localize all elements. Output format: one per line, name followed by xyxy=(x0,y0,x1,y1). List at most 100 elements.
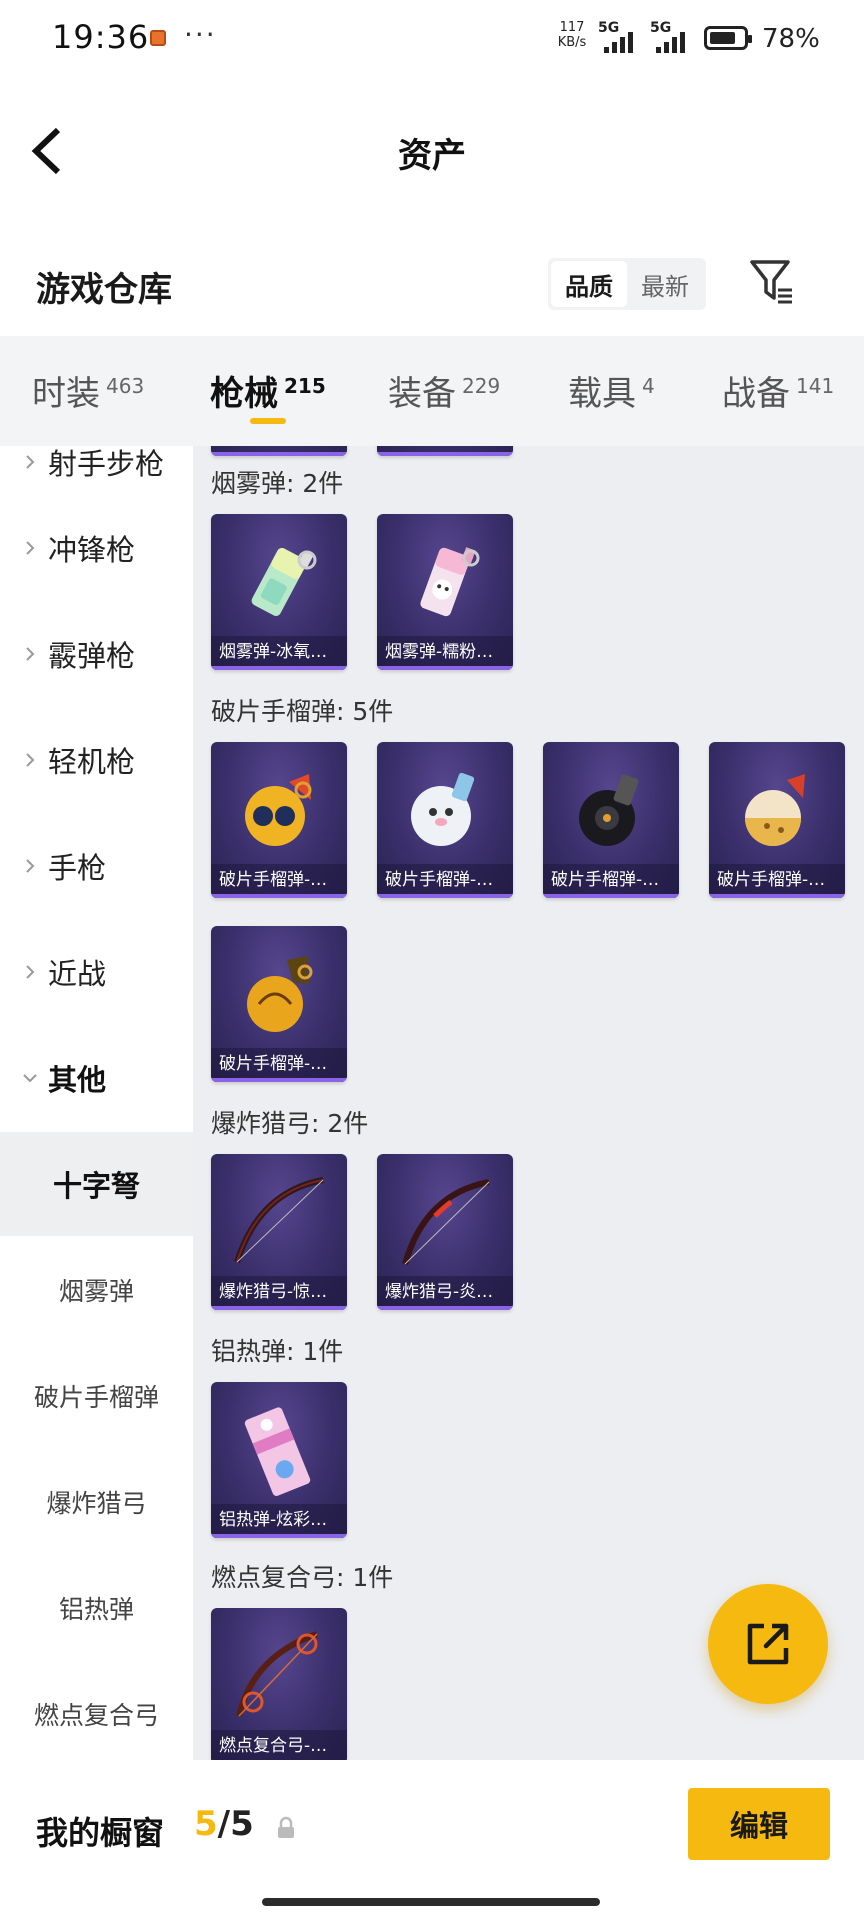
item-card[interactable]: 爆炸猎弓-炎… xyxy=(377,1154,513,1310)
page-title: 资产 xyxy=(398,136,466,176)
sidebar-item-pistol[interactable]: 手枪 xyxy=(0,814,193,918)
chevron-right-icon xyxy=(26,965,35,979)
showcase-count: 5/5 xyxy=(194,1804,254,1844)
tab-combat-gear[interactable]: 战备 141 xyxy=(722,366,834,415)
item-name: 破片手榴弹-… xyxy=(543,864,679,898)
network-speed-value: 117 xyxy=(559,20,585,35)
chevron-down-icon xyxy=(23,1074,37,1083)
compound-bow-icon xyxy=(236,1631,318,1717)
lock-icon xyxy=(278,1816,294,1838)
filter-icon[interactable] xyxy=(748,258,796,306)
sidebar-sub-crossbow[interactable]: 十字弩 xyxy=(0,1132,193,1236)
tab-count: 215 xyxy=(284,374,326,398)
tab-count: 463 xyxy=(106,374,145,398)
sidebar-sub-frag-grenade[interactable]: 破片手榴弹 xyxy=(0,1344,193,1448)
sort-latest-option[interactable]: 最新 xyxy=(627,261,703,307)
showcase-max: 5 xyxy=(230,1804,254,1844)
tab-firearms[interactable]: 枪械 215 xyxy=(210,366,326,415)
sidebar-item-label: 其他 xyxy=(48,1063,107,1097)
share-button[interactable] xyxy=(708,1584,828,1704)
item-name: 燃点复合弓-… xyxy=(211,1730,347,1760)
item-name: 爆炸猎弓-炎… xyxy=(377,1276,513,1310)
item-card[interactable] xyxy=(377,446,513,456)
sidebar: 射手步枪 冲锋枪 霰弹枪 轻机枪 手枪 近战 其他 十字弩 烟雾弹 破片手榴弹 … xyxy=(0,446,193,1760)
sidebar-item-label: 霰弹枪 xyxy=(48,639,136,673)
warehouse-title: 游戏仓库 xyxy=(36,270,172,310)
smoke-grenade-icon xyxy=(420,547,480,617)
tab-label: 时装 xyxy=(32,374,100,414)
tab-count: 4 xyxy=(642,374,655,398)
chevron-right-icon xyxy=(26,753,35,767)
item-card[interactable]: 铝热弹-炫彩… xyxy=(211,1382,347,1538)
tab-equipment[interactable]: 装备 229 xyxy=(388,366,500,415)
item-card[interactable]: 烟雾弹-糯粉… xyxy=(377,514,513,670)
showcase-separator: / xyxy=(217,1804,231,1844)
frag-grenade-icon xyxy=(245,774,312,846)
tab-count: 141 xyxy=(796,374,835,398)
section-title: 燃点复合弓: 1件 xyxy=(211,1563,394,1592)
more-notifications-icon: ··· xyxy=(184,18,217,51)
sidebar-item-label: 冲锋枪 xyxy=(48,533,136,567)
tab-label: 战备 xyxy=(722,374,790,414)
chevron-right-icon xyxy=(26,647,35,661)
edit-button[interactable]: 编辑 xyxy=(688,1788,830,1860)
frag-grenade-icon xyxy=(579,774,639,846)
item-name: 破片手榴弹-… xyxy=(709,864,845,898)
section-title: 爆炸猎弓: 2件 xyxy=(211,1109,369,1138)
share-icon xyxy=(747,1623,789,1665)
showcase-current: 5 xyxy=(194,1804,218,1844)
sidebar-item-label: 轻机枪 xyxy=(48,745,136,779)
item-card[interactable] xyxy=(211,446,347,456)
battery-percent: 78% xyxy=(762,24,820,54)
item-name: 破片手榴弹-… xyxy=(211,1048,347,1082)
active-tab-indicator xyxy=(250,418,286,424)
sidebar-item-other[interactable]: 其他 xyxy=(0,1026,193,1130)
sidebar-sub-smoke-grenade[interactable]: 烟雾弹 xyxy=(0,1238,193,1342)
thermite-icon xyxy=(244,1407,311,1496)
tab-label: 载具 xyxy=(568,374,636,414)
sidebar-sub-explosive-bow[interactable]: 爆炸猎弓 xyxy=(0,1450,193,1554)
status-bar: 19:36 ··· 117 KB/s 5G 5G 78% xyxy=(0,0,864,80)
item-card[interactable]: 破片手榴弹-… xyxy=(543,742,679,898)
item-card[interactable]: 破片手榴弹-… xyxy=(211,742,347,898)
sort-toggle: 品质 最新 xyxy=(548,258,706,310)
item-card[interactable]: 爆炸猎弓-惊… xyxy=(211,1154,347,1310)
sidebar-sub-thermite[interactable]: 铝热弹 xyxy=(0,1556,193,1660)
frag-grenade-icon xyxy=(411,772,475,846)
item-card[interactable]: 破片手榴弹-… xyxy=(211,926,347,1082)
item-name: 铝热弹-炫彩… xyxy=(211,1504,347,1538)
tab-vehicles[interactable]: 载具 4 xyxy=(568,366,655,415)
item-name: 爆炸猎弓-惊… xyxy=(211,1276,347,1310)
chevron-right-icon xyxy=(26,541,35,555)
chevron-right-icon xyxy=(26,455,35,469)
sidebar-item-smg[interactable]: 冲锋枪 xyxy=(0,496,193,600)
tab-count: 229 xyxy=(462,374,501,398)
sidebar-sub-compound-bow[interactable]: 燃点复合弓 xyxy=(0,1662,193,1760)
tab-label: 装备 xyxy=(388,374,456,414)
bow-icon xyxy=(234,1177,324,1263)
chevron-right-icon xyxy=(26,859,35,873)
smoke-grenade-icon xyxy=(251,547,317,617)
app-notification-icon xyxy=(150,30,166,46)
item-grid: 烟雾弹: 2件 烟雾弹-冰氧… 烟雾弹-糯粉… 破片手榴弹: 5件 破片手榴弹-… xyxy=(193,446,864,1760)
category-tabs: 时装 463 枪械 215 装备 229 载具 4 战备 141 xyxy=(0,336,864,446)
item-name: 破片手榴弹-… xyxy=(377,864,513,898)
sidebar-item-label: 射手步枪 xyxy=(48,447,165,481)
sort-quality-option[interactable]: 品质 xyxy=(551,261,627,307)
network-speed: 117 KB/s xyxy=(552,20,592,50)
home-indicator[interactable] xyxy=(262,1898,600,1906)
item-card[interactable]: 破片手榴弹-… xyxy=(377,742,513,898)
sidebar-item-label: 近战 xyxy=(48,957,107,991)
status-time: 19:36 xyxy=(52,18,150,56)
section-title: 铝热弹: 1件 xyxy=(211,1337,344,1366)
tab-fashion[interactable]: 时装 463 xyxy=(32,366,144,415)
sidebar-item-shotgun[interactable]: 霰弹枪 xyxy=(0,602,193,706)
sidebar-item-lmg[interactable]: 轻机枪 xyxy=(0,708,193,812)
bow-icon xyxy=(402,1179,490,1265)
item-card[interactable]: 破片手榴弹-… xyxy=(709,742,845,898)
sidebar-item-melee[interactable]: 近战 xyxy=(0,920,193,1024)
network-speed-unit: KB/s xyxy=(557,35,587,50)
item-card[interactable]: 燃点复合弓-… xyxy=(211,1608,347,1760)
showcase-label: 我的橱窗 xyxy=(36,1814,165,1852)
item-card[interactable]: 烟雾弹-冰氧… xyxy=(211,514,347,670)
